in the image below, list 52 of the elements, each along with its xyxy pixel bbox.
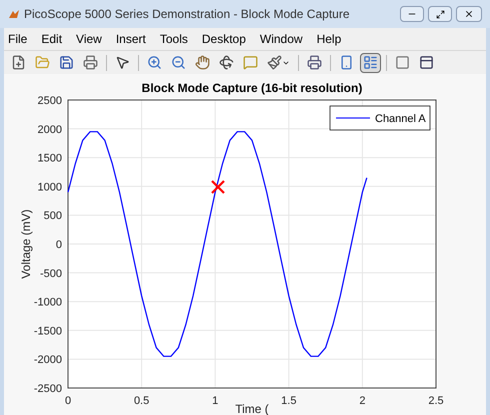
menu-item[interactable]: File [8,30,28,48]
x-tick-label: 2 [359,395,366,407]
y-tick-label: 2000 [38,124,62,136]
maximize-button[interactable] [428,6,452,22]
menu-item[interactable]: Window [260,30,303,48]
x-tick-label: 0 [64,395,72,407]
menu-item[interactable]: View [76,30,102,48]
folder-icon [35,55,50,70]
app-logo-icon [8,8,20,20]
menu-item[interactable]: Desktop [202,30,246,48]
y-tick-label: 1500 [38,152,62,165]
legend-label: Channel A [375,113,426,125]
window-title: PicoScope 5000 Series Demonstration - Block Mode Capture [24,6,350,23]
square-icon [395,55,410,70]
y-tick-label: -1000 [34,296,62,309]
panel-icon [419,55,434,70]
y-tick-label: 500 [44,210,62,222]
save-icon [59,55,74,70]
zoom-out-icon [171,55,186,70]
y-tick-label: -500 [40,268,62,280]
y-tick-label: 2500 [38,95,62,107]
y-tick-label: 0 [56,239,62,251]
colorbar-icon [339,55,354,70]
chart-title: Block Mode Capture (16-bit resolution) [142,81,362,95]
cross-marker [210,180,226,194]
print-preview-icon [307,55,322,70]
hand-icon [195,55,210,70]
menu-item[interactable]: Help [316,30,342,48]
brush-icon [267,55,282,70]
y-axis-label: Voltage (mV) [19,209,33,279]
maximize-icon [436,10,444,18]
menu-item[interactable]: Tools [160,30,188,48]
close-icon [464,9,474,19]
close-button[interactable] [456,6,482,22]
new-file-icon [11,55,26,70]
x-tick-label: 2.5 [428,395,444,407]
legend-icon [363,55,378,70]
data-cursor-icon [243,55,258,70]
x-tick-label: 1.5 [281,395,296,407]
menu-item[interactable]: Insert [116,30,146,48]
zoom-in-icon [147,55,162,70]
rotate-icon [219,55,234,70]
pointer-icon [115,55,130,70]
legend-button[interactable] [360,52,381,72]
y-tick-label: -2500 [34,383,62,395]
menu-item[interactable]: Edit [41,30,62,48]
x-tick-label: 0.5 [134,395,150,407]
y-tick-label: 1000 [38,181,62,194]
y-tick-label: -1500 [34,325,62,338]
x-tick-label: 1 [212,395,218,407]
printer-icon [83,55,98,70]
y-tick-label: -2000 [34,354,62,366]
